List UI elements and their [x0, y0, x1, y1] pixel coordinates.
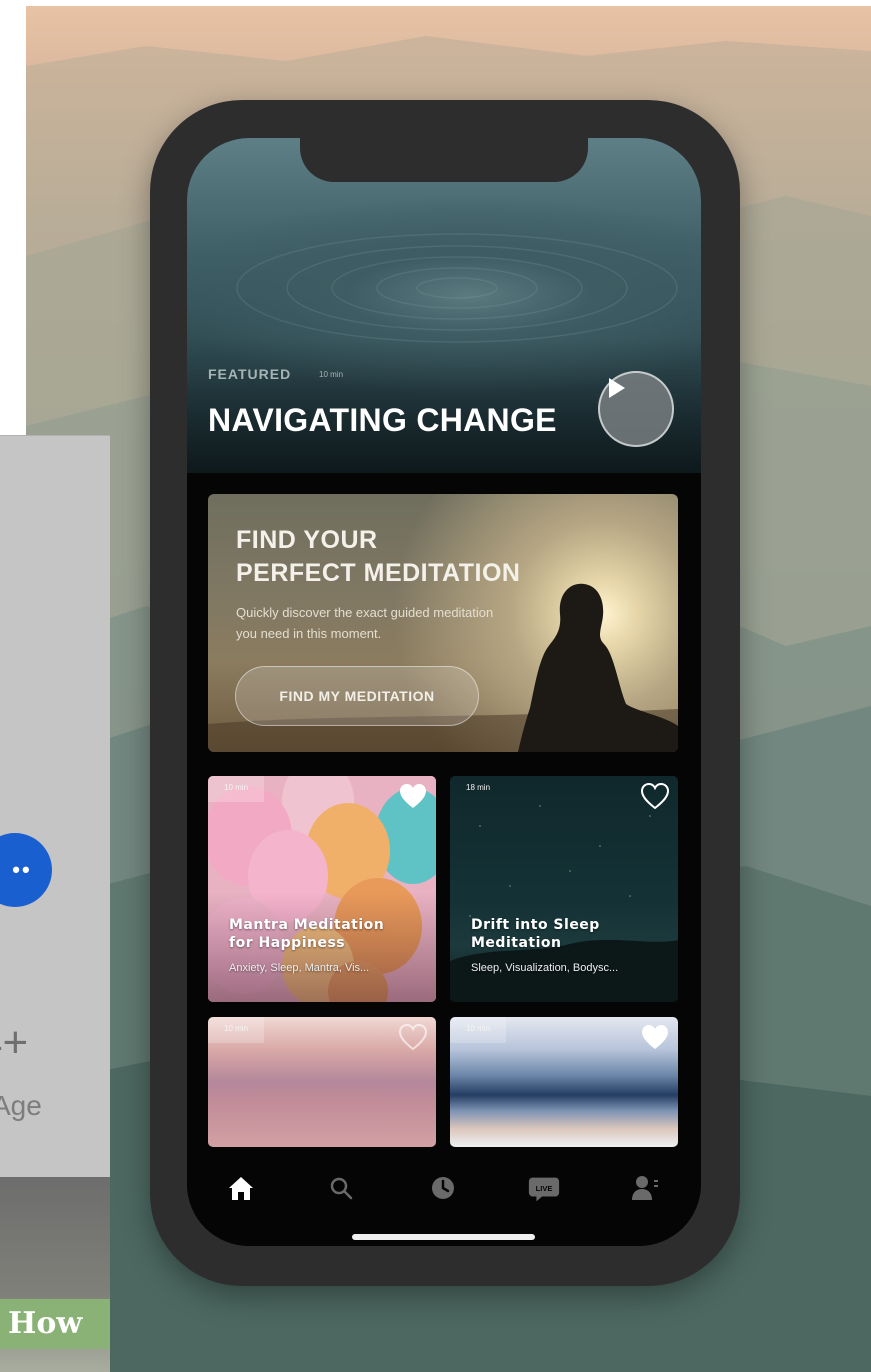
find-card-title: FIND YOUR PERFECT MEDITATION [236, 524, 520, 590]
find-card-title-line1: FIND YOUR [236, 526, 378, 554]
tile-title-line2: for Happiness [229, 935, 346, 951]
profile-icon [632, 1176, 658, 1200]
live-icon: LIVE [528, 1177, 560, 1202]
age-rating-label: Age [0, 1090, 42, 1121]
heart-filled-icon[interactable] [640, 1023, 670, 1051]
featured-label: FEATURED [208, 366, 292, 382]
phone-notch [300, 138, 588, 182]
find-card-description: Quickly discover the exact guided medita… [236, 605, 494, 641]
bottom-tab-bar: LIVE [187, 1147, 701, 1246]
heart-outline-icon[interactable] [640, 782, 670, 810]
heart-filled-icon[interactable] [398, 782, 428, 810]
tab-profile[interactable] [628, 1171, 662, 1205]
play-button[interactable] [598, 371, 674, 447]
tile-duration: 10 min [208, 776, 265, 802]
history-icon [432, 1177, 454, 1199]
phone-frame: FEATURED 10 min NAVIGATING CHANGE FIND Y… [150, 100, 740, 1286]
live-badge-text: LIVE [536, 1184, 553, 1193]
search-icon [330, 1177, 353, 1200]
tile-title: Mantra Meditation for Happiness [229, 916, 429, 952]
heart-outline-icon[interactable] [398, 1023, 428, 1051]
app-screen: FEATURED 10 min NAVIGATING CHANGE FIND Y… [187, 138, 701, 1246]
meditation-tile-sunset[interactable]: 10 min [208, 1017, 436, 1147]
meditation-tile-ocean[interactable]: 10 min [450, 1017, 678, 1147]
play-icon [609, 378, 625, 398]
find-meditation-card[interactable]: FIND YOUR PERFECT MEDITATION Quickly dis… [208, 494, 678, 752]
find-card-title-line2: PERFECT MEDITATION [236, 559, 521, 587]
home-icon [229, 1177, 253, 1200]
tab-history[interactable] [426, 1171, 460, 1205]
more-dots-icon: •• [12, 857, 32, 882]
home-indicator[interactable] [352, 1234, 535, 1240]
featured-hero[interactable]: FEATURED 10 min NAVIGATING CHANGE [187, 138, 701, 473]
tab-live[interactable]: LIVE [527, 1171, 561, 1205]
tile-duration: 10 min [208, 1017, 265, 1043]
tile-duration: 18 min [466, 783, 491, 792]
tab-home[interactable] [224, 1171, 258, 1205]
featured-duration: 10 min [319, 370, 344, 379]
age-rating-value: 4+ [0, 1018, 29, 1067]
tile-title-line1: Drift into Sleep [471, 917, 600, 933]
preview-caption: How [0, 1299, 110, 1349]
tile-title: Drift into Sleep Meditation [471, 916, 671, 952]
tile-duration: 10 min [450, 1017, 507, 1043]
app-preview-thumbnail[interactable]: How [0, 1177, 110, 1372]
tab-search[interactable] [324, 1171, 358, 1205]
tile-tags: Sleep, Visualization, Bodysc... [471, 962, 619, 974]
tile-title-line2: Meditation [471, 935, 562, 951]
featured-title: NAVIGATING CHANGE [208, 402, 557, 438]
meditation-tile-sleep[interactable]: 18 min Drift into Sleep Meditation Sleep… [450, 776, 678, 1002]
tile-title-line1: Mantra Meditation [229, 917, 385, 933]
tile-tags: Anxiety, Sleep, Mantra, Vis... [229, 962, 370, 974]
find-my-meditation-button[interactable]: FIND MY MEDITATION [235, 666, 479, 726]
meditation-tile-mantra[interactable]: 10 min Mantra Meditation for Happiness A… [208, 776, 436, 1002]
